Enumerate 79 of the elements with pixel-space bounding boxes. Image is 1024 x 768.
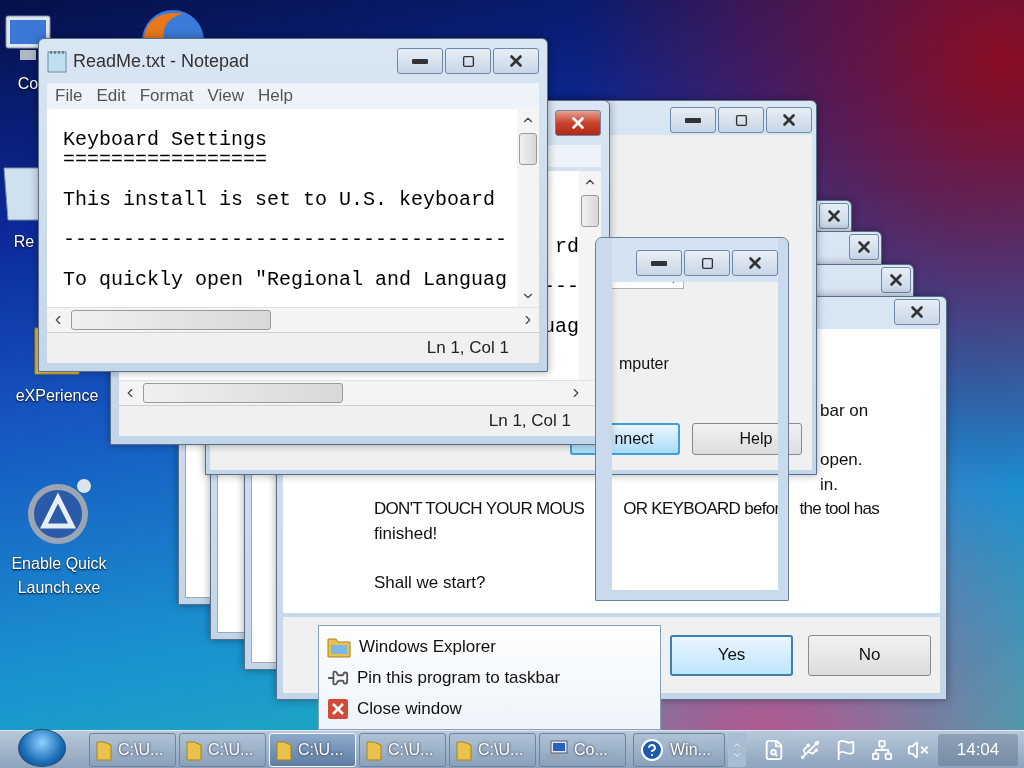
scroll-thumb[interactable] — [519, 133, 537, 165]
menu-item[interactable]: Edit — [96, 86, 126, 106]
close-button[interactable] — [894, 299, 940, 325]
scrollbar[interactable] — [579, 171, 601, 380]
scroll-thumb[interactable] — [581, 195, 599, 227]
close-icon — [327, 697, 349, 720]
folder-icon — [96, 738, 112, 761]
status-text: Ln 1, Col 1 — [488, 411, 571, 431]
text-line: Keyboard Settings — [63, 130, 268, 150]
close-button[interactable] — [881, 267, 911, 293]
message-text: open. — [820, 449, 863, 471]
window-title: ReadMe.txt - Notepad — [73, 50, 251, 72]
dialog-button[interactable]: Yes — [670, 634, 793, 676]
minimize-icon — [685, 117, 701, 123]
message-text: Shall we start? — [374, 571, 486, 594]
status-text: Ln 1, Col 1 — [426, 338, 509, 358]
close-button[interactable] — [493, 48, 539, 74]
message-text: the tool has — [799, 498, 879, 520]
close-icon — [569, 114, 587, 132]
text-line: rd — [555, 234, 579, 260]
folder-icon — [276, 738, 292, 761]
scroll-thumb[interactable] — [143, 383, 343, 403]
menu-item[interactable]: File — [55, 86, 83, 106]
menu-item[interactable]: View — [207, 86, 245, 106]
maximize-button[interactable] — [718, 107, 764, 133]
message-text: in. — [820, 473, 838, 496]
close-icon — [780, 111, 798, 129]
computer-icon — [546, 739, 568, 760]
close-icon — [887, 271, 905, 289]
menu-item[interactable]: Close window — [357, 698, 462, 719]
text-line: This install is set to U.S. keyboard — [63, 190, 496, 210]
computer-label: mputer — [619, 355, 669, 373]
close-icon — [825, 207, 843, 225]
menu-item[interactable]: Pin this program to taskbar — [357, 667, 561, 688]
close-icon — [507, 52, 525, 70]
start-button[interactable] — [18, 728, 66, 767]
folder-icon — [186, 738, 202, 761]
close-icon — [908, 303, 926, 321]
maximize-icon — [461, 54, 475, 68]
close-button[interactable] — [555, 110, 601, 136]
desktop-icon-label[interactable]: Enable Quick Launch.exe — [9, 552, 109, 600]
maximize-button[interactable] — [684, 250, 730, 276]
notepad-icon — [47, 49, 67, 73]
help-icon — [640, 737, 664, 762]
close-button[interactable] — [732, 250, 778, 276]
minimize-icon — [651, 260, 667, 266]
text-line: ================= — [63, 150, 268, 170]
scroll-thumb[interactable] — [71, 310, 271, 330]
message-text: bar on — [820, 400, 869, 422]
close-icon — [746, 254, 764, 272]
maximize-button[interactable] — [445, 48, 491, 74]
close-button[interactable] — [819, 203, 849, 229]
dialog-button[interactable]: No — [808, 634, 931, 676]
scrollbar[interactable] — [47, 307, 539, 332]
folder-icon — [366, 738, 382, 761]
desktop-icon-label[interactable]: Co — [17, 72, 39, 96]
close-icon — [855, 238, 873, 256]
minimize-button[interactable] — [636, 250, 682, 276]
close-button[interactable] — [766, 107, 812, 133]
text-line: ------------------------------------- — [63, 230, 508, 250]
dialog-button[interactable]: Help — [692, 423, 802, 455]
message-text: OR KEYBOARD befor — [623, 498, 780, 520]
folder-icon — [327, 635, 351, 658]
minimize-button[interactable] — [397, 48, 443, 74]
message-text: finished! — [374, 522, 438, 545]
minimize-button[interactable] — [670, 107, 716, 133]
close-button[interactable] — [849, 234, 879, 260]
minimize-icon — [412, 58, 428, 64]
folder-icon — [456, 738, 472, 761]
maximize-icon — [700, 256, 714, 270]
text-line: To quickly open "Regional and Languag — [63, 270, 508, 290]
menu-item[interactable]: Format — [139, 86, 194, 106]
scrollbar[interactable] — [517, 109, 539, 307]
desktop-icon-label[interactable]: eXPerience — [15, 384, 99, 408]
message-text: DON'T TOUCH YOUR MOUS — [374, 498, 585, 520]
desktop-icon-label[interactable]: Re — [13, 230, 35, 254]
maximize-icon — [734, 113, 748, 127]
menu-item[interactable]: Help — [258, 86, 294, 106]
menu-item[interactable]: Windows Explorer — [359, 636, 496, 657]
